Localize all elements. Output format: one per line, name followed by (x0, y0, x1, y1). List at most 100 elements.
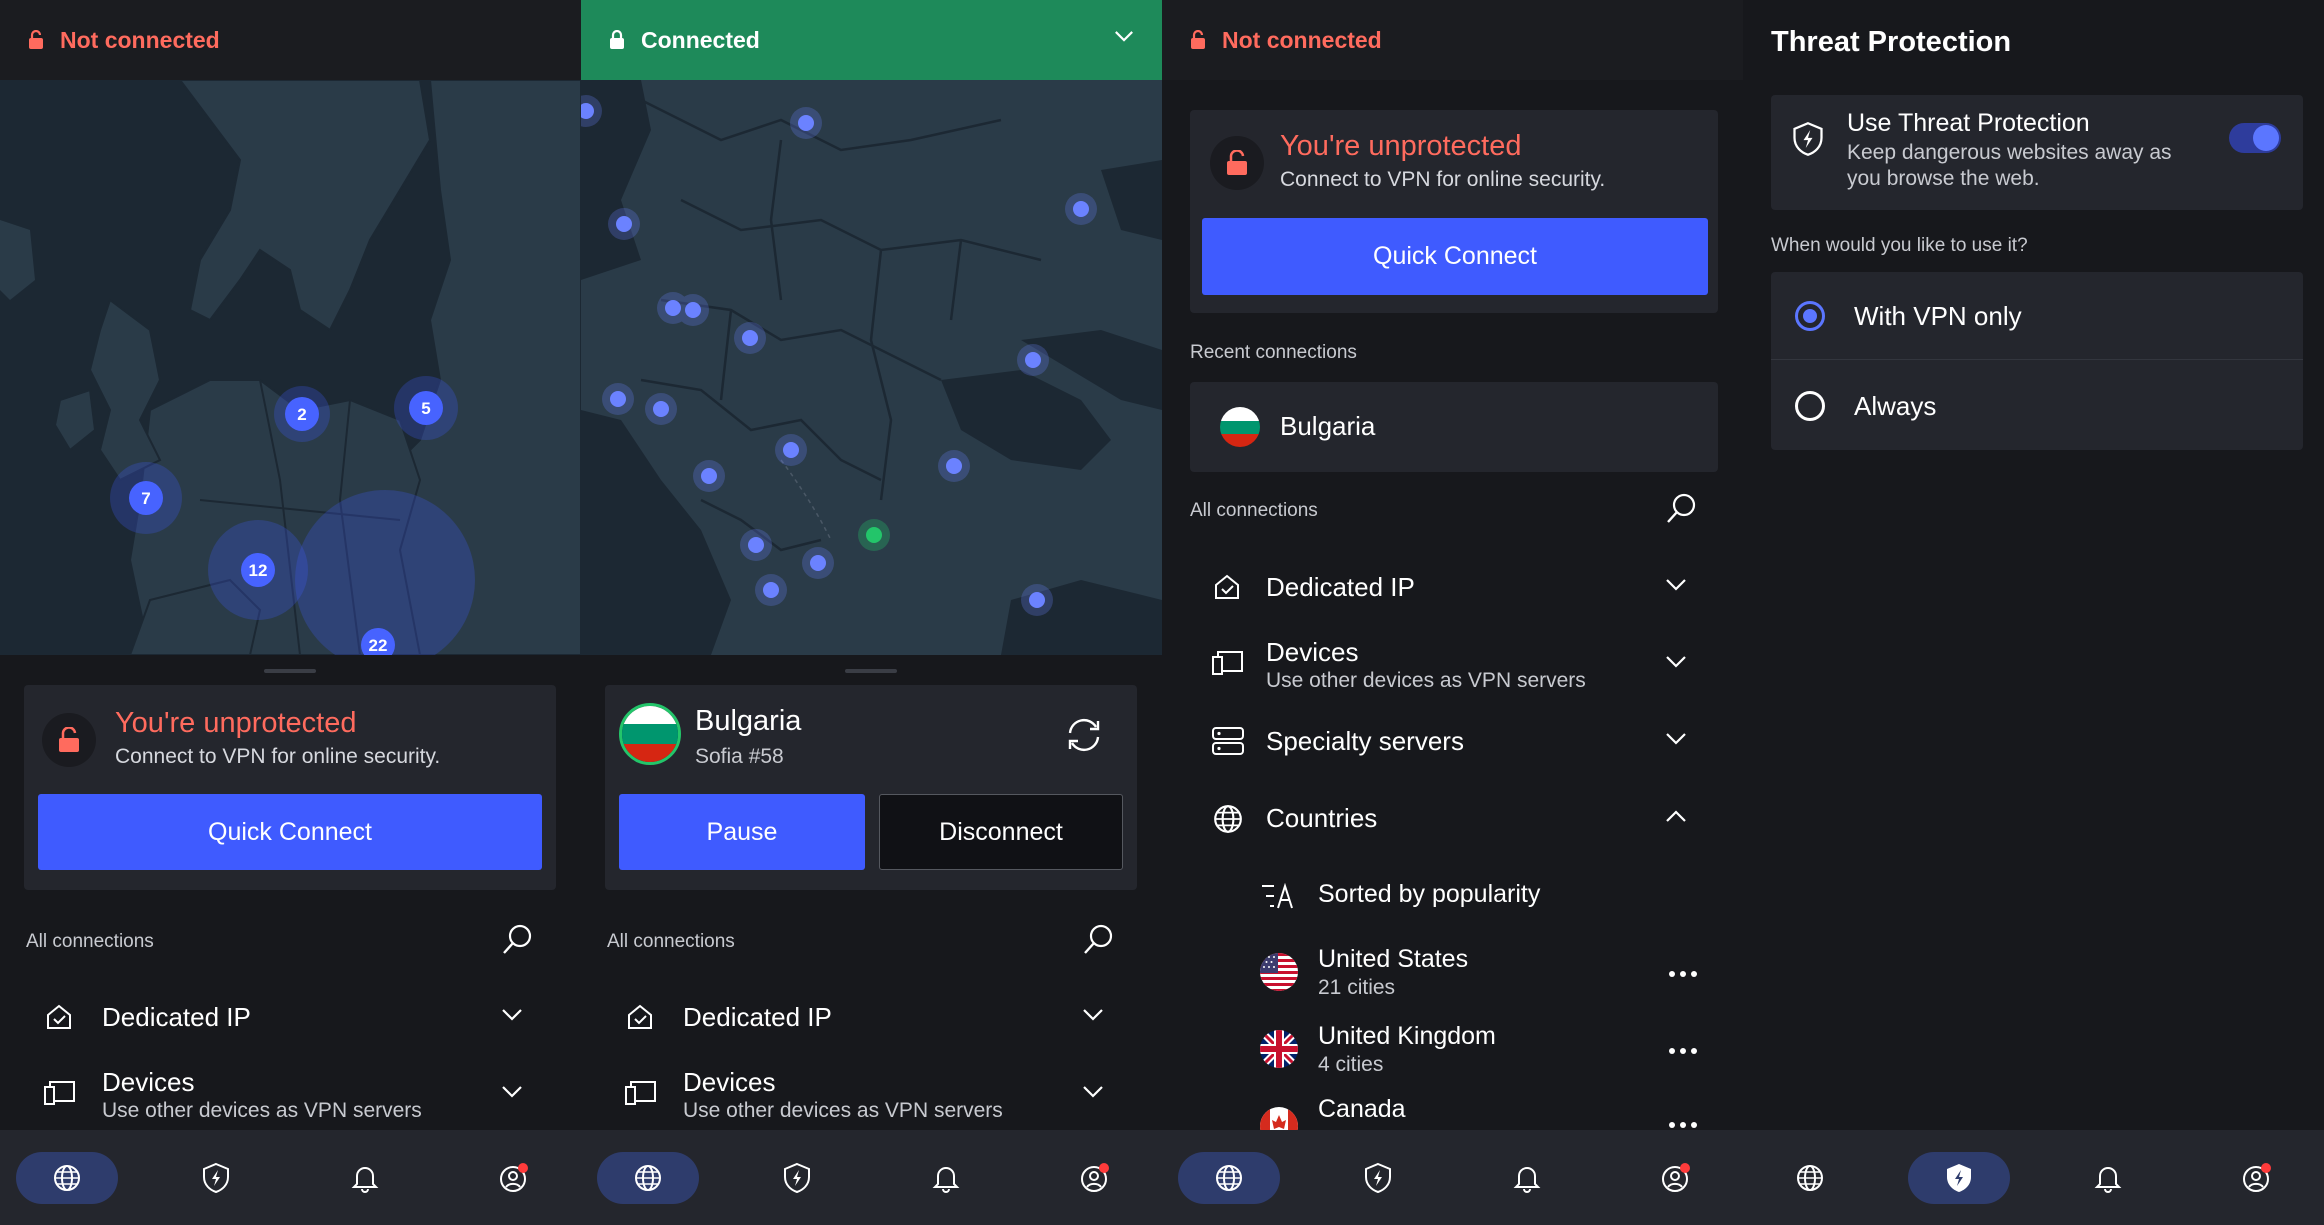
pause-button[interactable]: Pause (619, 794, 865, 870)
connection-status-bar[interactable]: Not connected (1162, 0, 1743, 80)
lock-open-icon (29, 30, 43, 49)
chevron-up-icon (1666, 810, 1686, 822)
countries-row[interactable]: Countries (1162, 781, 1743, 857)
threat-protection-toggle[interactable] (2229, 123, 2281, 153)
devices-row[interactable]: Devices Use other devices as VPN servers (581, 1057, 1162, 1133)
sheet-handle[interactable] (264, 669, 316, 673)
tab-profile[interactable] (2206, 1152, 2308, 1204)
option-with-vpn-only[interactable]: With VPN only (1771, 272, 2303, 360)
devices-icon (44, 1081, 75, 1105)
lock-open-badge (1210, 136, 1264, 190)
toggle-knob (2253, 125, 2279, 151)
screen-map-connected: Connected Bulgaria Sofia #58 Pause Disco… (581, 0, 1162, 1225)
quick-connect-button[interactable]: Quick Connect (1202, 218, 1708, 295)
profile-icon (500, 1163, 528, 1192)
bottom-sheet: Bulgaria Sofia #58 Pause Disconnect All … (581, 655, 1162, 1130)
row-subtitle: Use other devices as VPN servers (1266, 669, 1586, 692)
dedicated-ip-icon (628, 1004, 652, 1029)
map-cluster-label: 22 (369, 636, 388, 655)
bottom-tab-bar (1743, 1130, 2324, 1225)
tab-profile[interactable] (463, 1152, 565, 1204)
tab-threat-protection[interactable] (165, 1152, 267, 1204)
row-title: Devices (102, 1067, 195, 1097)
lock-open-icon (59, 727, 79, 752)
country-name: United States (1318, 945, 1469, 973)
tab-notifications[interactable] (1476, 1152, 1578, 1204)
dedicated-ip-row[interactable]: Dedicated IP (1162, 550, 1743, 626)
disconnect-button[interactable]: Disconnect (879, 794, 1123, 870)
tab-servers[interactable] (16, 1152, 118, 1204)
globe-icon (1214, 805, 1242, 833)
search-icon[interactable] (500, 923, 534, 957)
more-options-icon[interactable] (1668, 1121, 1698, 1129)
profile-icon (2243, 1163, 2271, 1192)
connected-country: Bulgaria (695, 705, 802, 737)
chevron-down-icon[interactable] (1114, 30, 1134, 43)
option-always[interactable]: Always (1771, 361, 2303, 450)
row-title: Dedicated IP (1266, 572, 1415, 602)
usage-question: When would you like to use it? (1771, 235, 2028, 256)
devices-row[interactable]: Devices Use other devices as VPN servers (0, 1057, 581, 1133)
devices-icon (625, 1081, 656, 1105)
tab-threat-protection[interactable] (1327, 1152, 1429, 1204)
specialty-servers-icon (1212, 727, 1244, 755)
chevron-down-icon (1666, 733, 1686, 745)
shield-bolt-icon (1365, 1162, 1391, 1194)
tab-notifications[interactable] (2057, 1152, 2159, 1204)
recent-connection-name: Bulgaria (1280, 411, 1376, 441)
tab-notifications[interactable] (314, 1152, 416, 1204)
shield-bolt-icon (1947, 1164, 1971, 1192)
toggle-description: Keep dangerous websites away as (1847, 141, 2172, 164)
quick-connect-button[interactable]: Quick Connect (38, 794, 542, 870)
lock-open-badge (42, 713, 96, 767)
dedicated-ip-row[interactable]: Dedicated IP (581, 980, 1162, 1056)
tab-servers[interactable] (597, 1152, 699, 1204)
country-item-united-states[interactable]: United States 21 cities (1162, 935, 1743, 1011)
status-card: You're unprotected Connect to VPN for on… (1190, 110, 1718, 313)
toggle-description: you browse the web. (1847, 167, 2040, 190)
specialty-servers-row[interactable]: Specialty servers (1162, 704, 1743, 780)
connection-status-bar[interactable]: Connected (581, 0, 1162, 80)
recent-connection-item[interactable]: Bulgaria (1190, 382, 1718, 472)
more-options-icon[interactable] (1668, 1047, 1698, 1055)
tab-servers[interactable] (1178, 1152, 1280, 1204)
country-item-canada[interactable]: Canada (1162, 1089, 1743, 1130)
screen-map-disconnected: Not connected 2 5 7 12 22 You're unprote… (0, 0, 581, 1225)
tab-profile[interactable] (1625, 1152, 1727, 1204)
server-map[interactable]: 2 5 7 12 22 (0, 80, 581, 655)
connection-status-bar[interactable]: Not connected (0, 0, 581, 80)
more-options-icon[interactable] (1668, 970, 1698, 978)
sheet-handle[interactable] (845, 669, 897, 673)
tab-notifications[interactable] (895, 1152, 997, 1204)
lock-open-icon (1227, 150, 1247, 175)
map-cluster-label: 12 (249, 561, 268, 580)
radio-unselected[interactable] (1795, 391, 1825, 421)
server-map[interactable] (581, 80, 1162, 655)
chevron-down-icon (1083, 1009, 1103, 1021)
bell-icon (932, 1167, 960, 1193)
uk-flag-icon (1260, 1030, 1298, 1068)
search-icon[interactable] (1664, 492, 1698, 526)
tab-threat-protection[interactable] (1908, 1152, 2010, 1204)
usage-options: With VPN only Always (1771, 272, 2303, 450)
radio-selected[interactable] (1795, 301, 1825, 331)
tab-threat-protection[interactable] (746, 1152, 848, 1204)
threat-protection-card[interactable]: Use Threat Protection Keep dangerous web… (1771, 95, 2303, 210)
country-item-united-kingdom[interactable]: United Kingdom 4 cities (1162, 1012, 1743, 1088)
map-cluster-label: 2 (297, 405, 306, 424)
dedicated-ip-row[interactable]: Dedicated IP (0, 980, 581, 1056)
bottom-tab-bar (581, 1130, 1162, 1225)
tab-profile[interactable] (1044, 1152, 1146, 1204)
canada-flag-icon (1260, 1107, 1298, 1130)
status-card: You're unprotected Connect to VPN for on… (24, 685, 556, 890)
row-title: Countries (1266, 803, 1378, 833)
devices-row[interactable]: Devices Use other devices as VPN servers (1162, 627, 1743, 703)
country-cities: 21 cities (1318, 976, 1396, 999)
profile-icon (1662, 1163, 1690, 1192)
sort-option[interactable]: Sorted by popularity (1162, 862, 1743, 930)
bulgaria-flag-icon (619, 703, 681, 765)
map-cluster-label: 5 (421, 399, 430, 418)
refresh-icon[interactable] (1064, 717, 1104, 753)
search-icon[interactable] (1081, 923, 1115, 957)
tab-servers[interactable] (1759, 1152, 1861, 1204)
